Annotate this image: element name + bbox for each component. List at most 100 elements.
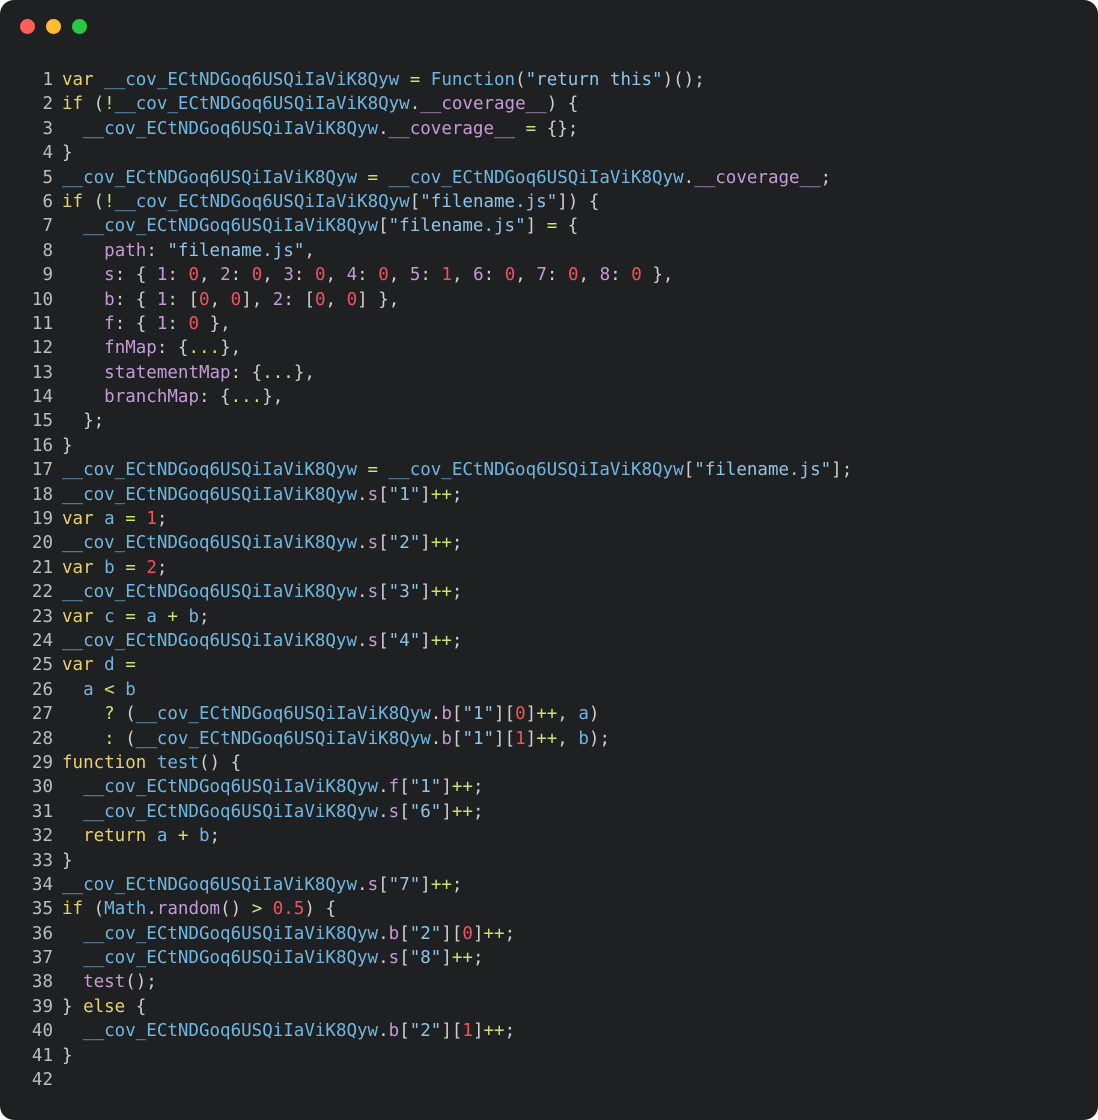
code-token: , <box>388 265 410 286</box>
code-token: b <box>104 289 115 310</box>
code-token: test <box>156 752 199 773</box>
code-token: : <box>167 313 189 334</box>
code-token: , <box>209 289 231 310</box>
code-line: 14 branchMap: {...}, <box>20 385 1088 409</box>
code-token: a <box>104 509 115 530</box>
code-token: __cov_ECtNDGoq6USQiIaViK8Qyw <box>114 94 410 115</box>
code-token: }, <box>262 387 284 408</box>
code-token: b <box>188 606 200 627</box>
code-token: 1 <box>462 1021 473 1042</box>
code-token: a <box>146 606 157 627</box>
code-token: ++ <box>536 704 558 725</box>
code-line: 9 s: { 1: 0, 2: 0, 3: 0, 4: 0, 5: 1, 6: … <box>20 263 1088 287</box>
code-token: ++ <box>430 533 452 554</box>
code-token: : { <box>230 362 263 383</box>
code-token: ] <box>525 704 537 725</box>
code-token: ]; <box>831 460 853 481</box>
code-token: ( <box>93 899 105 920</box>
code-line: 34 __cov_ECtNDGoq6USQiIaViK8Qyw.s["7"]++; <box>20 873 1088 897</box>
code-token: 0 <box>314 289 326 310</box>
code-line: 38 test(); <box>20 970 1088 994</box>
code-token: __cov_ECtNDGoq6USQiIaViK8Qyw <box>62 484 358 505</box>
code-token: __cov_ECtNDGoq6USQiIaViK8Qyw <box>388 167 684 188</box>
code-line: 32 return a + b; <box>20 824 1088 848</box>
code-token: } <box>62 1045 73 1066</box>
code-line: 29 function test() { <box>20 751 1088 775</box>
code-line: 30 __cov_ECtNDGoq6USQiIaViK8Qyw.f["1"]++… <box>20 775 1088 799</box>
code-token: : <box>230 265 252 286</box>
code-editor[interactable]: 1 var __cov_ECtNDGoq6USQiIaViK8Qyw = Func… <box>20 68 1088 1092</box>
code-token: ! <box>104 191 115 212</box>
code-line: 27 ? (__cov_ECtNDGoq6USQiIaViK8Qyw.b["1"… <box>20 702 1088 726</box>
code-token: = <box>114 509 147 530</box>
code-token: s <box>367 582 379 603</box>
code-token: }, <box>199 313 231 334</box>
code-token: ] <box>441 777 452 798</box>
code-token: b <box>441 728 452 749</box>
code-token: else <box>83 996 136 1017</box>
maximize-button[interactable] <box>72 19 87 34</box>
code-token: } <box>62 143 73 164</box>
code-token: ? <box>104 704 126 725</box>
code-token: [ <box>399 948 410 969</box>
code-token: , <box>578 265 600 286</box>
line-number: 10 <box>31 289 53 310</box>
code-token: ( <box>93 94 105 115</box>
code-token: b <box>199 826 210 847</box>
line-number: 41 <box>31 1045 53 1066</box>
code-token: . <box>378 118 389 139</box>
code-token: ; <box>156 509 168 530</box>
code-token: 6 <box>473 265 484 286</box>
code-token: s <box>367 484 379 505</box>
code-token: s <box>388 948 400 969</box>
close-button[interactable] <box>20 19 35 34</box>
code-token: [ <box>399 777 410 798</box>
code-token: ) { <box>546 94 579 115</box>
code-line: 15 }; <box>20 409 1088 433</box>
code-token: 0 <box>188 265 200 286</box>
minimize-button[interactable] <box>46 19 61 34</box>
code-token: ] <box>420 582 431 603</box>
code-token: . <box>357 630 368 651</box>
code-token: = <box>357 460 389 481</box>
code-token: : <box>483 265 505 286</box>
code-token: . <box>409 94 421 115</box>
code-token: . <box>357 874 368 895</box>
code-token: 0 <box>378 265 389 286</box>
code-token: Function <box>430 70 516 90</box>
code-token: var <box>62 70 105 90</box>
code-token: : <box>357 265 379 286</box>
line-number: 42 <box>31 1070 53 1091</box>
code-line: 36 __cov_ECtNDGoq6USQiIaViK8Qyw.b["2"][0… <box>20 922 1088 946</box>
code-token: }, <box>293 362 315 383</box>
code-token: var <box>62 606 105 627</box>
code-token: ] <box>472 923 484 944</box>
line-number: 7 <box>42 216 53 237</box>
code-token: : <box>146 240 168 261</box>
code-token: { <box>135 996 147 1017</box>
code-token: ; <box>472 777 484 798</box>
code-token: b <box>388 923 400 944</box>
code-token: b <box>125 679 136 700</box>
code-line: 5 __cov_ECtNDGoq6USQiIaViK8Qyw = __cov_EC… <box>20 166 1088 190</box>
code-token: ++ <box>430 484 452 505</box>
code-token: = <box>536 216 568 237</box>
code-token: }, <box>641 265 674 286</box>
code-token: ] <box>472 1021 484 1042</box>
code-token: b <box>104 557 115 578</box>
code-line: 26 a < b <box>20 678 1088 702</box>
code-line: 19 var a = 1; <box>20 507 1088 531</box>
code-token: f <box>388 777 400 798</box>
code-token: ++ <box>483 923 505 944</box>
code-line: 18 __cov_ECtNDGoq6USQiIaViK8Qyw.s["1"]++; <box>20 483 1088 507</box>
code-token: ] }, <box>357 289 400 310</box>
code-token: 0 <box>314 265 326 286</box>
code-token: : <box>104 728 126 749</box>
code-token: statementMap <box>104 362 231 383</box>
